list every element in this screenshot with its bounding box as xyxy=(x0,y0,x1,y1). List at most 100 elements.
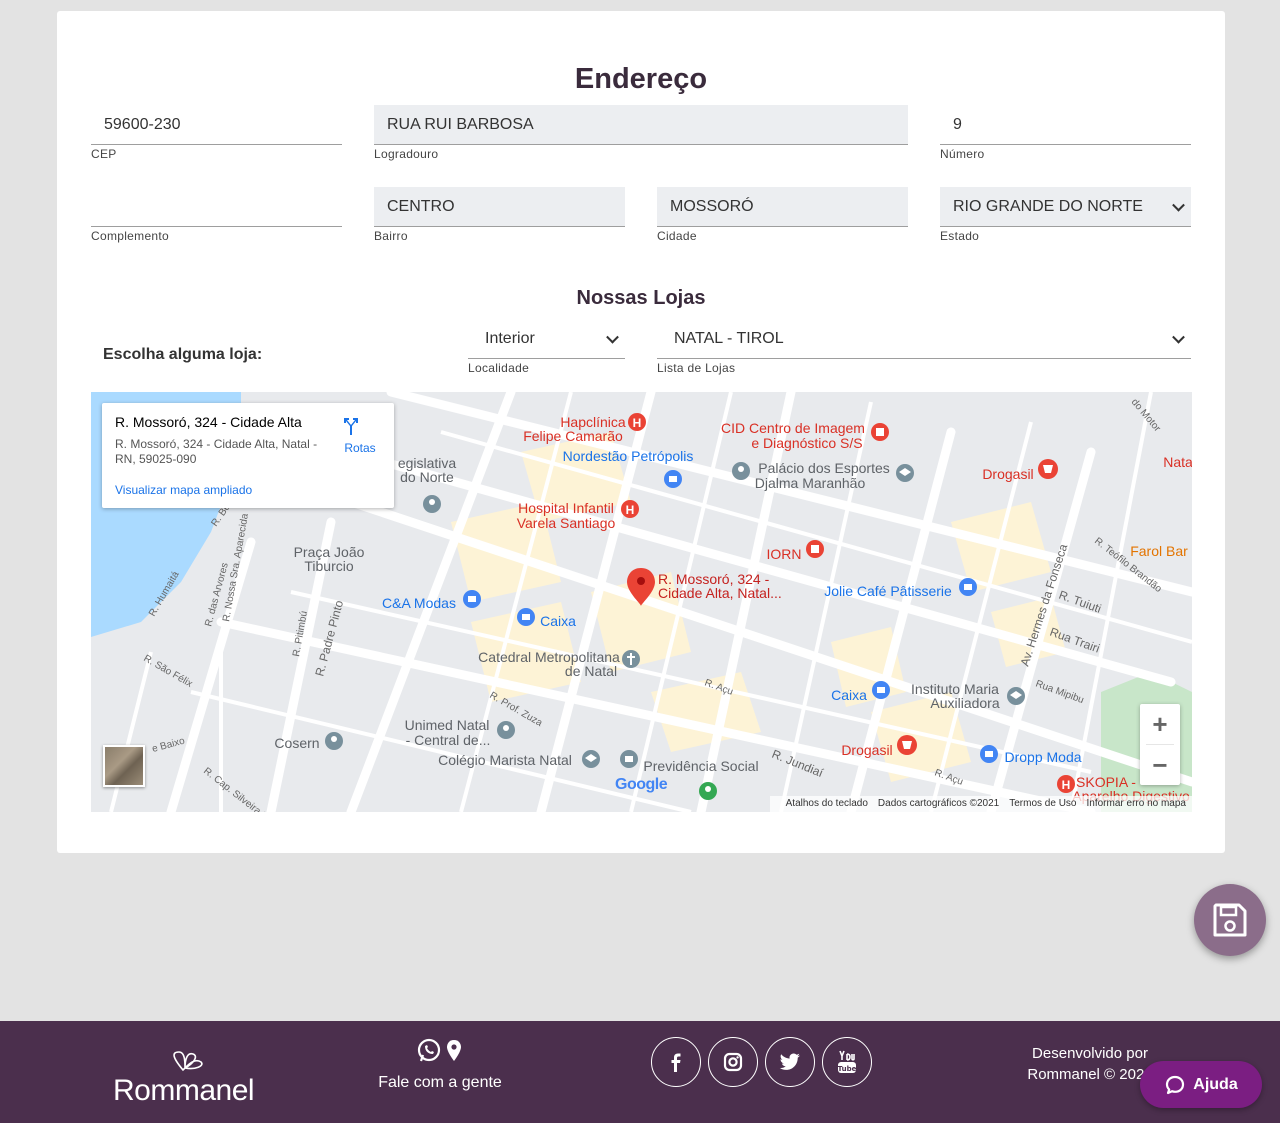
instagram-icon xyxy=(723,1052,743,1072)
poi-label: Cosern xyxy=(274,735,319,751)
lista-lojas-value: NATAL - TIROL xyxy=(674,330,784,347)
poi-label: C&A Modas xyxy=(382,595,456,611)
hospital-icon: H xyxy=(628,413,646,431)
poi-label: Varela Santiago xyxy=(517,515,616,531)
info-card-title: R. Mossoró, 324 - Cidade Alta xyxy=(115,414,302,430)
zoom-out-button[interactable]: − xyxy=(1140,745,1180,785)
twitter-icon xyxy=(779,1053,800,1070)
youtube-icon: Tube xyxy=(838,1050,857,1073)
map-data-text: Dados cartográficos ©2021 xyxy=(877,798,1000,809)
complemento-field: Complemento xyxy=(91,187,342,243)
bairro-input[interactable]: CENTRO xyxy=(374,187,625,227)
chevron-down-icon xyxy=(1172,198,1185,212)
contact-label: Fale com a gente xyxy=(378,1074,502,1091)
lista-lojas-field: NATAL - TIROL Lista de Lojas xyxy=(657,319,1191,375)
svg-text:H: H xyxy=(1062,778,1071,792)
localidade-select[interactable]: Interior xyxy=(468,319,625,359)
poi-label: de Natal xyxy=(565,663,617,679)
poi-label: Jolie Café Pâtisserie xyxy=(824,583,952,599)
chevron-down-icon xyxy=(606,330,619,344)
zoom-in-button[interactable]: + xyxy=(1140,704,1180,744)
localidade-value: Interior xyxy=(485,330,535,347)
poi-label: Tiburcio xyxy=(304,558,353,574)
instagram-button[interactable] xyxy=(708,1037,758,1087)
numero-input[interactable]: 9 xyxy=(940,105,1191,145)
poi-label: Nata xyxy=(1163,454,1192,470)
brand-name: Rommanel xyxy=(113,1074,255,1107)
shopping-icon xyxy=(959,578,977,596)
youtube-button[interactable]: Tube xyxy=(822,1037,872,1087)
poi-label: Auxiliadora xyxy=(930,695,999,711)
address-card: Endereço 59600-230 CEP RUA RUI BARBOSA L… xyxy=(57,11,1225,853)
lista-lojas-select[interactable]: NATAL - TIROL xyxy=(657,319,1191,359)
poi-label: Dropp Moda xyxy=(1004,749,1081,765)
directions-button[interactable]: Rotas xyxy=(340,415,380,455)
poi-label: Unimed Natal xyxy=(405,717,490,733)
facebook-button[interactable] xyxy=(651,1037,701,1087)
developed-by: Desenvolvido por Rommanel © 2021 xyxy=(1020,1043,1160,1085)
shopping-icon xyxy=(980,745,998,763)
poi-label: Drogasil xyxy=(982,466,1033,482)
butterfly-icon xyxy=(173,1051,203,1072)
bank-icon xyxy=(872,681,890,699)
rommanel-logo[interactable]: Rommanel xyxy=(113,1038,273,1108)
directions-label: Rotas xyxy=(344,441,376,455)
help-button[interactable]: Ajuda xyxy=(1140,1061,1262,1108)
logradouro-input[interactable]: RUA RUI BARBOSA xyxy=(374,105,908,145)
place-icon xyxy=(423,495,441,513)
poi-label: Caixa xyxy=(540,613,576,629)
terms-link[interactable]: Termos de Uso xyxy=(1009,798,1076,809)
bank-icon xyxy=(517,608,535,626)
cep-label: CEP xyxy=(91,147,117,161)
cep-field: 59600-230 CEP xyxy=(91,105,342,161)
map-attribution: Atalhos do teclado Dados cartográficos ©2… xyxy=(769,796,1192,812)
complemento-label: Complemento xyxy=(91,229,170,243)
place-icon xyxy=(325,732,343,750)
poi-label: Nordestão Petrópolis xyxy=(563,448,694,464)
save-button[interactable] xyxy=(1194,884,1266,956)
medical-icon xyxy=(871,423,889,441)
stores-title: Nossas Lojas xyxy=(576,287,706,309)
cep-input[interactable]: 59600-230 xyxy=(91,105,342,145)
numero-field: 9 Número xyxy=(940,105,1191,161)
map-info-card: R. Mossoró, 324 - Cidade Alta R. Mossoró… xyxy=(102,403,394,508)
school-icon xyxy=(582,750,600,768)
localidade-label: Localidade xyxy=(468,361,530,375)
place-icon xyxy=(497,721,515,739)
numero-label: Número xyxy=(940,147,985,161)
contact-block[interactable]: Fale com a gente xyxy=(370,1037,510,1092)
satellite-toggle[interactable] xyxy=(103,745,145,787)
school-icon xyxy=(1007,687,1025,705)
poi-label: Felipe Camarão xyxy=(523,428,623,444)
bairro-label: Bairro xyxy=(374,229,408,243)
footer: Rommanel Fale com a gente Tube Desenvolv… xyxy=(0,1021,1280,1123)
keyboard-shortcuts-link[interactable]: Atalhos do teclado xyxy=(786,798,868,809)
logradouro-field: RUA RUI BARBOSA Logradouro xyxy=(374,105,908,161)
poi-label: Djalma Maranhão xyxy=(755,475,866,491)
poi-label: do Norte xyxy=(400,469,454,485)
poi-label: - Central de... xyxy=(406,732,491,748)
whatsapp-location-icons xyxy=(417,1038,461,1062)
view-larger-map-link[interactable]: Visualizar mapa ampliado xyxy=(115,483,252,497)
pharmacy-icon xyxy=(1038,459,1058,479)
store-map[interactable]: H H H Hapclínica Felipe Camarão CID Cent… xyxy=(91,392,1192,812)
medical-icon xyxy=(806,540,824,558)
poi-label: Colégio Marista Natal xyxy=(438,752,572,768)
svg-text:H: H xyxy=(626,503,635,517)
poi-label: Farol Bar xyxy=(1130,543,1188,559)
place-icon xyxy=(732,462,750,480)
choose-store-label: Escolha alguma loja: xyxy=(103,346,263,363)
complemento-input[interactable] xyxy=(91,187,342,227)
google-logo: Google xyxy=(615,776,668,793)
cidade-field: MOSSORÓ Cidade xyxy=(657,187,908,243)
cidade-label: Cidade xyxy=(657,229,697,243)
cidade-input[interactable]: MOSSORÓ xyxy=(657,187,908,227)
school-icon xyxy=(896,464,914,482)
estado-select[interactable]: RIO GRANDE DO NORTE xyxy=(940,187,1191,227)
help-label: Ajuda xyxy=(1193,1075,1238,1093)
zoom-controls: + − xyxy=(1140,704,1180,785)
report-error-link[interactable]: Informar erro no mapa xyxy=(1087,798,1187,809)
twitter-button[interactable] xyxy=(765,1037,815,1087)
svg-text:Tube: Tube xyxy=(838,1065,857,1073)
facebook-icon xyxy=(671,1053,681,1072)
